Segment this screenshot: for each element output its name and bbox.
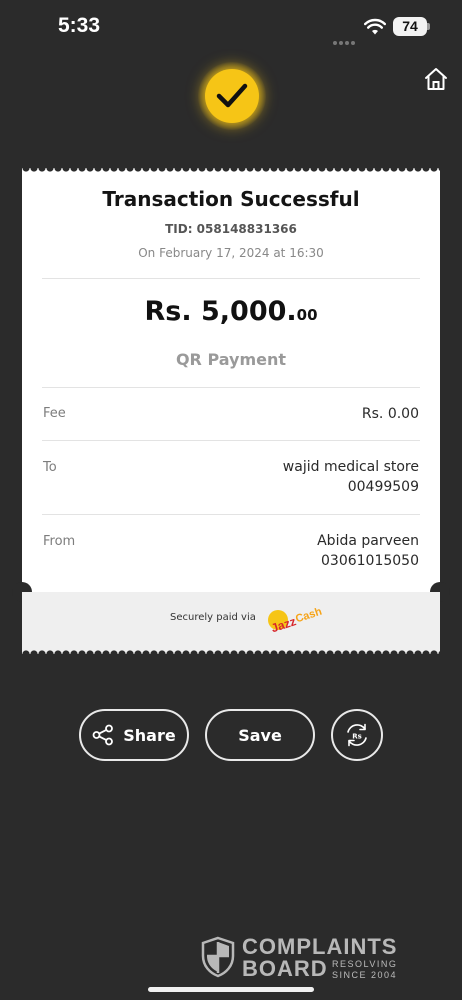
share-icon	[92, 724, 114, 746]
currency-convert-icon: Rs	[347, 723, 367, 747]
shield-icon	[201, 936, 235, 978]
transaction-date: On February 17, 2024 at 16:30	[138, 246, 324, 260]
currency-convert-button[interactable]: Rs	[331, 709, 383, 761]
receipt-card: Transaction Successful TID: 058148831366…	[12, 168, 450, 654]
share-label: Share	[123, 725, 176, 745]
transaction-id: TID: 058148831366	[165, 222, 297, 236]
convert-icon-text: Rs	[352, 733, 362, 741]
receipt-footer: Securely paid via Jazz Cash	[22, 592, 440, 654]
from-label: From	[43, 534, 76, 549]
fee-value: Rs. 0.00	[361, 406, 419, 422]
signal-icon	[333, 30, 357, 45]
home-icon[interactable]	[423, 66, 449, 92]
to-details: wajid medical store 00499509	[283, 457, 419, 497]
watermark-line2: BOARD	[242, 956, 328, 981]
receipt-top-edge	[22, 168, 440, 176]
save-label: Save	[238, 725, 282, 745]
from-account: 03061015050	[321, 553, 419, 569]
amount-cents: 00	[296, 306, 318, 324]
divider	[42, 387, 420, 388]
watermark-tag2: SINCE 2004	[332, 970, 398, 980]
success-check-badge	[205, 69, 259, 123]
battery-tip	[427, 23, 430, 30]
jazzcash-logo: Jazz Cash	[268, 606, 324, 635]
wifi-icon	[364, 18, 386, 35]
fee-label: Fee	[43, 406, 66, 421]
payment-type: QR Payment	[175, 350, 287, 369]
receipt-bottom-edge	[22, 646, 440, 654]
watermark-tag1: RESOLVING	[332, 959, 398, 969]
from-name: Abida parveen	[317, 533, 419, 549]
status-time: 5:33	[58, 14, 101, 37]
receipt-title: Transaction Successful	[102, 187, 360, 211]
home-indicator[interactable]	[148, 987, 314, 992]
share-button[interactable]: Share	[79, 709, 189, 761]
save-button[interactable]: Save	[205, 709, 315, 761]
battery-indicator: 74	[393, 17, 427, 36]
svg-text:Cash: Cash	[294, 606, 324, 626]
to-label: To	[43, 460, 57, 475]
amount-main: Rs. 5,000.	[144, 296, 297, 327]
divider	[42, 278, 420, 279]
divider	[42, 514, 420, 515]
secure-text: Securely paid via	[170, 612, 256, 623]
divider	[42, 440, 420, 441]
complaints-board-watermark: COMPLAINTS BOARD RESOLVING SINCE 2004	[200, 934, 415, 982]
to-name: wajid medical store	[282, 459, 419, 475]
check-icon	[216, 83, 248, 108]
to-account: 00499509	[347, 479, 419, 495]
status-bar: 5:33 74	[0, 0, 462, 56]
amount: Rs. 5,000.00	[22, 296, 440, 327]
from-details: Abida parveen 03061015050	[317, 531, 419, 571]
